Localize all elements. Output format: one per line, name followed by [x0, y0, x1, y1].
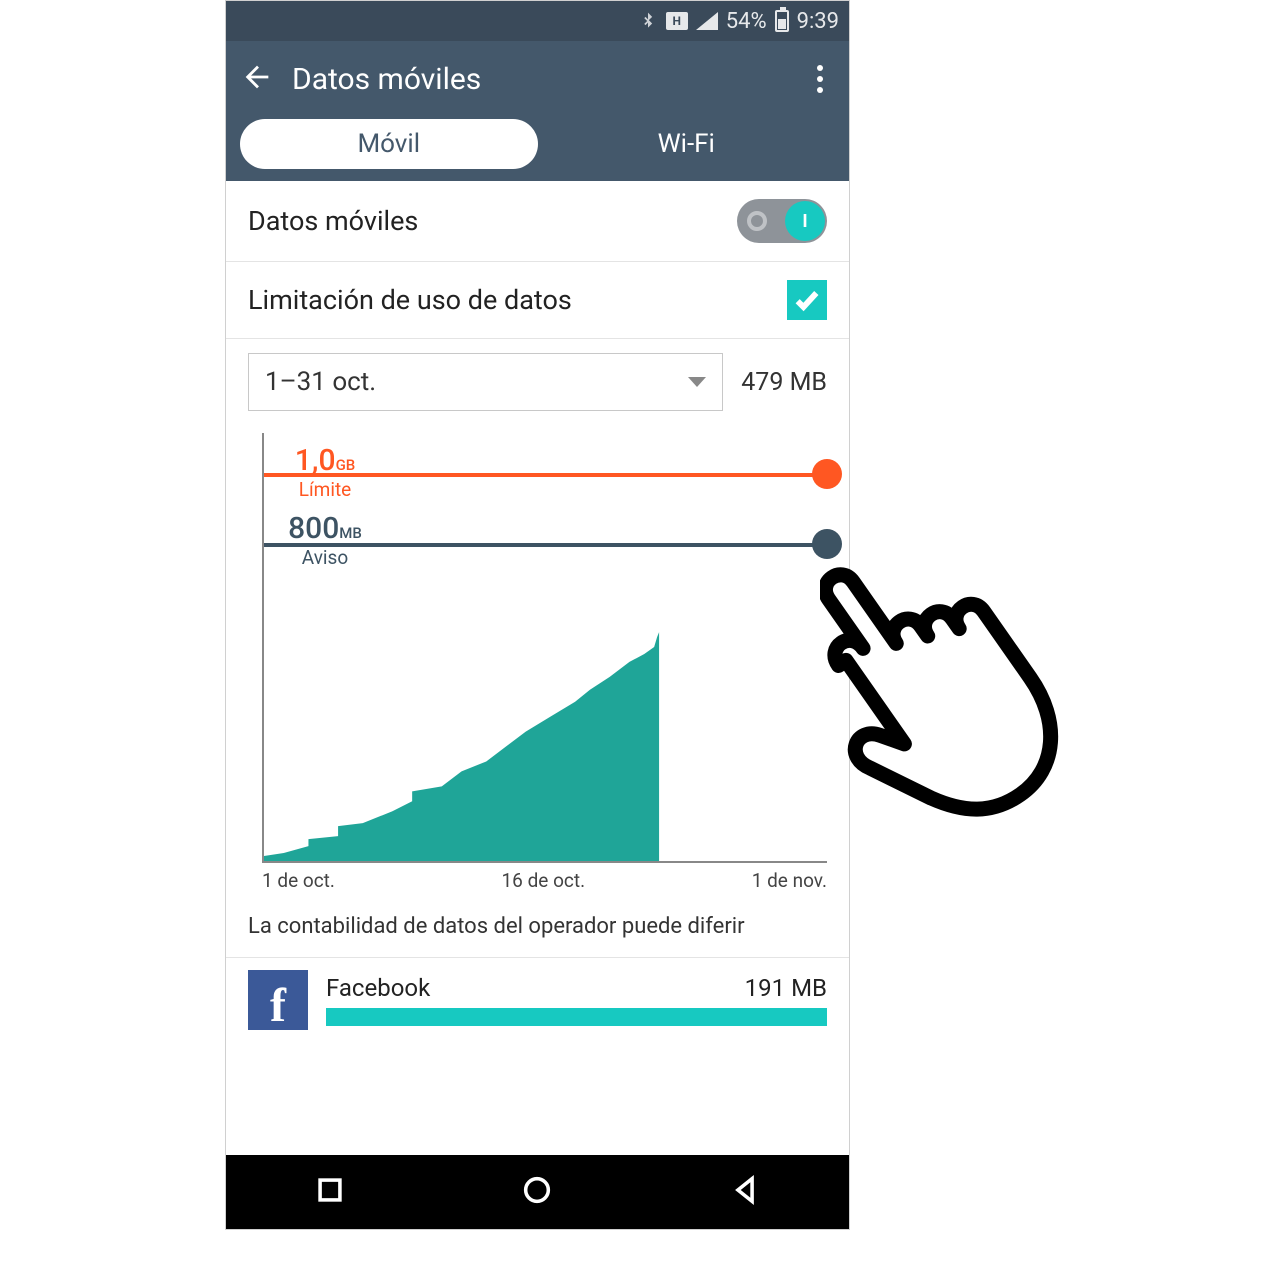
android-nav-bar: [226, 1155, 849, 1229]
xlabel-mid: 16 de oct.: [502, 869, 586, 892]
nav-back-icon[interactable]: [728, 1173, 762, 1211]
period-range: 1–31 oct.: [265, 367, 376, 397]
app-bar: Datos móviles: [226, 41, 849, 117]
overflow-menu-icon[interactable]: [805, 65, 835, 93]
label-limit-usage: Limitación de uso de datos: [248, 284, 787, 316]
row-limit-usage: Limitación de uso de datos: [226, 262, 849, 339]
toggle-mobile-data[interactable]: I: [737, 199, 827, 243]
period-total: 479 MB: [741, 368, 827, 397]
usage-chart: 1,0GB Límite 800MB Aviso 1 de oct. 16 de…: [226, 425, 849, 900]
xlabel-start: 1 de oct.: [262, 869, 335, 892]
status-bar: H 54% 9:39: [226, 1, 849, 41]
app-item-facebook[interactable]: f Facebook 191 MB: [226, 958, 849, 1030]
network-type-badge: H: [666, 12, 688, 30]
app-usage-bar: [326, 1008, 827, 1026]
clock: 9:39: [797, 9, 839, 34]
dropdown-caret-icon: [688, 377, 706, 387]
app-usage-list: f Facebook 191 MB: [226, 957, 849, 1030]
limit-handle[interactable]: [812, 459, 842, 489]
disclaimer-text: La contabilidad de datos del operador pu…: [226, 900, 849, 957]
pointer-hand-icon: [820, 500, 1120, 834]
tab-wifi[interactable]: Wi-Fi: [538, 119, 836, 169]
tab-row: Móvil Wi-Fi: [226, 117, 849, 181]
toggle-on-knob: I: [785, 201, 825, 241]
xlabel-end: 1 de nov.: [752, 869, 827, 892]
app-usage: 191 MB: [745, 974, 827, 1002]
tab-mobile[interactable]: Móvil: [240, 119, 538, 169]
toggle-off-indicator: [747, 211, 767, 231]
row-mobile-data: Datos móviles I: [226, 181, 849, 262]
nav-home-icon[interactable]: [520, 1173, 554, 1211]
back-arrow-icon[interactable]: [240, 60, 274, 98]
limit-label: 1,0GB Límite: [270, 443, 380, 501]
chart-x-labels: 1 de oct. 16 de oct. 1 de nov.: [262, 869, 827, 892]
period-dropdown[interactable]: 1–31 oct.: [248, 353, 723, 411]
warning-handle[interactable]: [812, 529, 842, 559]
phone-frame: H 54% 9:39 Datos móviles Móvil Wi-Fi Dat…: [225, 0, 850, 1230]
signal-icon: [696, 12, 718, 30]
nav-recent-icon[interactable]: [313, 1173, 347, 1211]
warning-label: 800MB Aviso: [270, 511, 380, 569]
battery-percent: 54%: [726, 9, 767, 34]
checkbox-limit-usage[interactable]: [787, 280, 827, 320]
row-period: 1–31 oct. 479 MB: [226, 339, 849, 425]
app-name: Facebook: [326, 974, 430, 1002]
facebook-icon: f: [248, 970, 308, 1030]
battery-icon: [775, 10, 789, 32]
bluetooth-icon: [638, 11, 658, 31]
page-title: Datos móviles: [292, 62, 787, 97]
label-mobile-data: Datos móviles: [248, 205, 737, 237]
